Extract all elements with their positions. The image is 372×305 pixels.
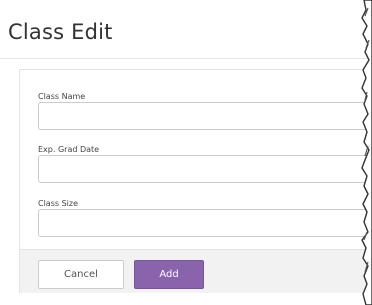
exp-grad-date-input[interactable] (38, 155, 372, 183)
class-size-input[interactable] (38, 209, 372, 237)
class-name-input[interactable] (38, 102, 372, 130)
dialog-title: Class Edit (8, 20, 113, 44)
class-name-label: Class Name (38, 92, 86, 101)
class-edit-dialog: Class Edit Class Name Exp. Grad Date Cla… (0, 0, 372, 305)
header-divider (0, 58, 372, 59)
torn-edge-decoration (361, 0, 372, 305)
add-button[interactable]: Add (134, 260, 204, 289)
exp-grad-date-label: Exp. Grad Date (38, 145, 100, 154)
cancel-button[interactable]: Cancel (38, 260, 124, 289)
class-size-label: Class Size (38, 199, 79, 208)
